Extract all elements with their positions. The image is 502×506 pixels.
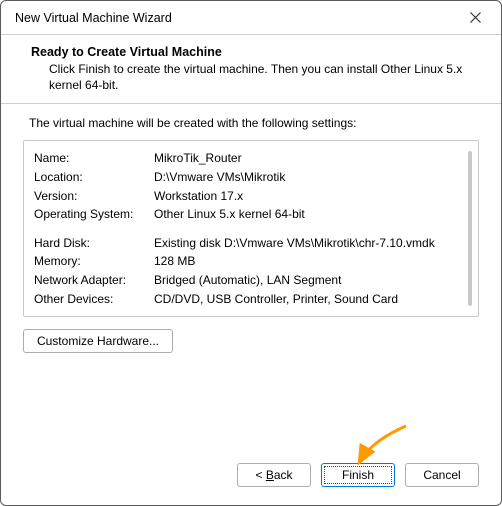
scrollbar[interactable]	[468, 151, 472, 306]
settings-panel: Name: MikroTik_Router Location: D:\Vmwar…	[23, 140, 479, 317]
table-row: Memory: 128 MB	[34, 252, 458, 271]
table-row: Name: MikroTik_Router	[34, 149, 458, 168]
finish-button[interactable]: Finish	[321, 463, 395, 487]
setting-label: Memory:	[34, 252, 154, 271]
wizard-header: Ready to Create Virtual Machine Click Fi…	[1, 35, 501, 104]
setting-label: Version:	[34, 187, 154, 206]
setting-value: CD/DVD, USB Controller, Printer, Sound C…	[154, 290, 458, 309]
setting-value: Existing disk D:\Vmware VMs\Mikrotik\chr…	[154, 234, 458, 253]
close-button[interactable]	[455, 4, 495, 32]
table-row: Network Adapter: Bridged (Automatic), LA…	[34, 271, 458, 290]
table-row: Operating System: Other Linux 5.x kernel…	[34, 205, 458, 224]
setting-value: Bridged (Automatic), LAN Segment	[154, 271, 458, 290]
customize-hardware-button[interactable]: Customize Hardware...	[23, 329, 173, 353]
close-icon	[470, 12, 481, 23]
window-title: New Virtual Machine Wizard	[15, 11, 455, 25]
header-subtext: Click Finish to create the virtual machi…	[31, 61, 471, 93]
table-row: Other Devices: CD/DVD, USB Controller, P…	[34, 290, 458, 309]
header-heading: Ready to Create Virtual Machine	[31, 45, 471, 59]
settings-table: Name: MikroTik_Router Location: D:\Vmwar…	[34, 149, 464, 308]
setting-value: Workstation 17.x	[154, 187, 458, 206]
setting-label: Location:	[34, 168, 154, 187]
wizard-body: The virtual machine will be created with…	[1, 104, 501, 451]
wizard-window: New Virtual Machine Wizard Ready to Crea…	[0, 0, 502, 506]
setting-value: D:\Vmware VMs\Mikrotik	[154, 168, 458, 187]
table-row: Version: Workstation 17.x	[34, 187, 458, 206]
setting-value: Other Linux 5.x kernel 64-bit	[154, 205, 458, 224]
back-mnemonic: B	[266, 468, 274, 482]
table-row: Location: D:\Vmware VMs\Mikrotik	[34, 168, 458, 187]
customize-row: Customize Hardware...	[23, 329, 479, 353]
setting-value: 128 MB	[154, 252, 458, 271]
setting-label: Other Devices:	[34, 290, 154, 309]
settings-intro: The virtual machine will be created with…	[29, 116, 479, 130]
back-prefix: <	[255, 468, 265, 482]
titlebar: New Virtual Machine Wizard	[1, 1, 501, 35]
setting-label: Operating System:	[34, 205, 154, 224]
setting-value: MikroTik_Router	[154, 149, 458, 168]
cancel-button[interactable]: Cancel	[405, 463, 479, 487]
back-button[interactable]: < Back	[237, 463, 311, 487]
table-gap	[34, 224, 458, 234]
setting-label: Network Adapter:	[34, 271, 154, 290]
setting-label: Hard Disk:	[34, 234, 154, 253]
table-row: Hard Disk: Existing disk D:\Vmware VMs\M…	[34, 234, 458, 253]
back-rest: ack	[274, 468, 293, 482]
setting-label: Name:	[34, 149, 154, 168]
wizard-footer: < Back Finish Cancel	[1, 451, 501, 505]
